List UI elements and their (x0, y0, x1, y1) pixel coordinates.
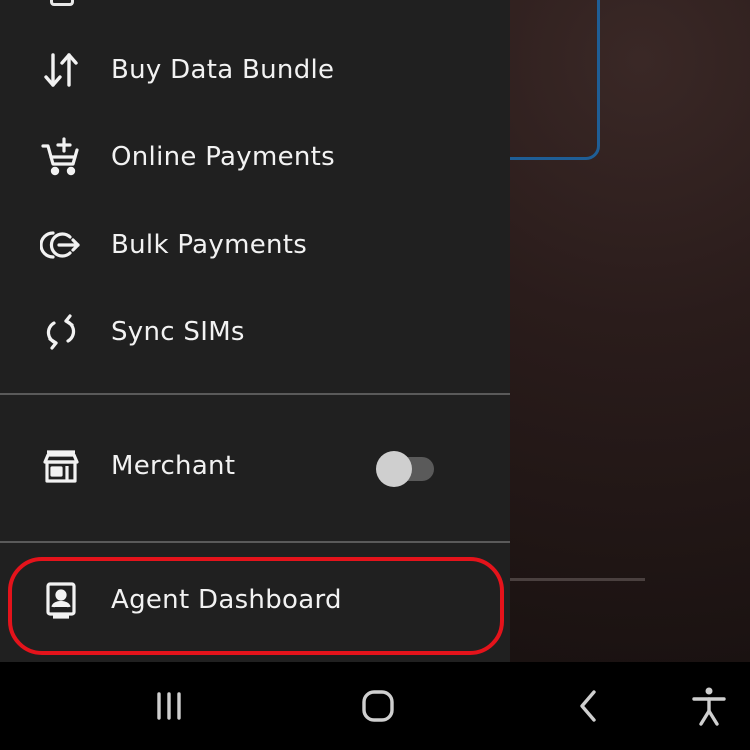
system-navigation-bar (0, 662, 750, 750)
menu-item-agent-dashboard[interactable]: Agent Dashboard (0, 560, 510, 640)
contact-badge-icon (38, 577, 84, 623)
menu-item-online-payments[interactable]: Online Payments (0, 117, 510, 197)
partial-menu-icon (50, 0, 74, 6)
navigation-drawer: Buy Data Bundle Online Payments Bulk Pay… (0, 0, 510, 662)
menu-item-label: Online Payments (111, 142, 336, 172)
background-divider (505, 578, 645, 581)
home-icon[interactable] (353, 684, 403, 728)
section-divider (0, 541, 510, 543)
menu-item-label: Agent Dashboard (111, 585, 342, 615)
merchant-toggle[interactable] (376, 451, 436, 487)
store-icon (38, 443, 84, 489)
menu-item-bulk-payments[interactable]: Bulk Payments (0, 205, 510, 285)
toggle-thumb (376, 451, 412, 487)
back-icon[interactable] (563, 684, 613, 728)
arrows-up-down-icon (38, 47, 84, 93)
menu-item-label: Sync SIMs (111, 317, 245, 347)
menu-item-label: Bulk Payments (111, 230, 308, 260)
accessibility-icon[interactable] (684, 684, 734, 728)
recent-apps-icon[interactable] (144, 684, 194, 728)
menu-item-sync-sims[interactable]: Sync SIMs (0, 292, 510, 372)
section-divider (0, 393, 510, 395)
bulk-send-icon (38, 222, 84, 268)
menu-item-buy-data-bundle[interactable]: Buy Data Bundle (0, 30, 510, 110)
menu-item-label: Buy Data Bundle (111, 55, 335, 85)
cart-add-icon (38, 134, 84, 180)
menu-item-label: Merchant (111, 451, 236, 481)
sync-icon (38, 309, 84, 355)
